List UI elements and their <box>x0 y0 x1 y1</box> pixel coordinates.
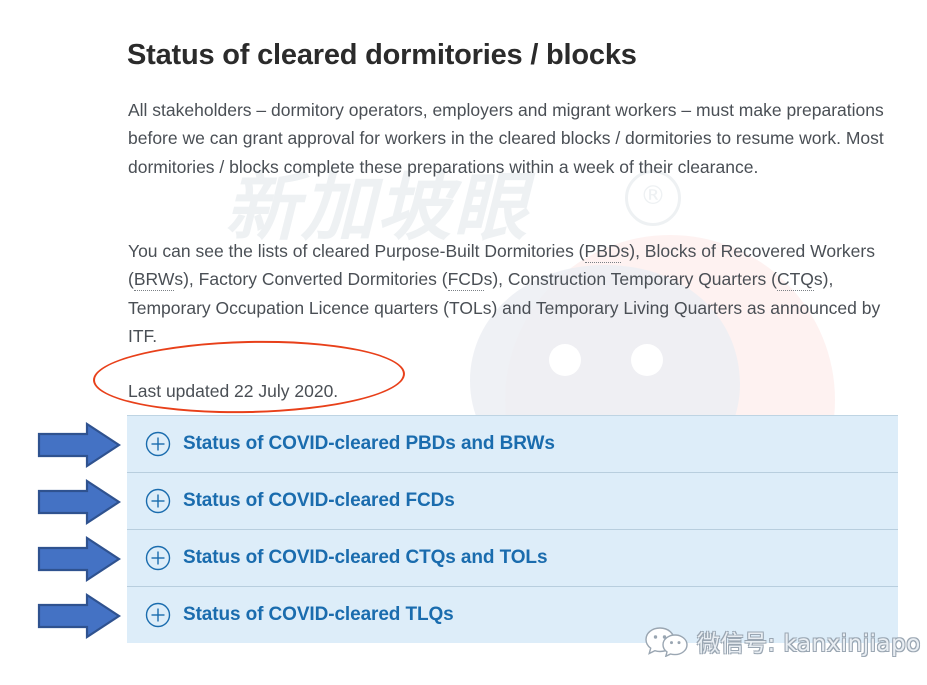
accordion-item-label: Status of COVID-cleared FCDs <box>183 490 455 511</box>
accordion-item-fcds[interactable]: Status of COVID-cleared FCDs <box>127 472 898 529</box>
para2-text-3: s), Factory Converted Dormitories ( <box>174 269 448 289</box>
intro-paragraph: All stakeholders – dormitory operators, … <box>128 99 884 177</box>
accordion-item-label: Status of COVID-cleared CTQs and TOLs <box>183 547 548 568</box>
accordion-item-tlqs[interactable]: Status of COVID-cleared TLQs <box>127 586 898 643</box>
plus-circle-icon[interactable] <box>145 488 171 514</box>
plus-circle-icon[interactable] <box>145 545 171 571</box>
last-updated-text: Last updated 22 July 2020. <box>128 380 339 401</box>
accordion-item-label: Status of COVID-cleared PBDs and BRWs <box>183 433 555 454</box>
blue-arrow-1 <box>37 421 121 469</box>
page-title: Status of cleared dormitories / blocks <box>127 39 637 72</box>
blue-arrow-2 <box>37 478 121 526</box>
accordion-list: Status of COVID-cleared PBDs and BRWs St… <box>127 415 898 643</box>
plus-circle-icon[interactable] <box>145 602 171 628</box>
blue-arrow-4 <box>37 592 121 640</box>
para2-text-1: You can see the lists of cleared Purpose… <box>128 240 585 261</box>
abbr-pbd: PBD <box>584 240 621 263</box>
accordion-item-ctqs-tols[interactable]: Status of COVID-cleared CTQs and TOLs <box>127 529 898 586</box>
para2-text-4: s), Construction Temporary Quarters ( <box>483 269 777 289</box>
abbr-ctq: CTQ <box>776 269 814 291</box>
accordion-item-pbds-brws[interactable]: Status of COVID-cleared PBDs and BRWs <box>127 415 898 472</box>
abbr-fcd: FCD <box>447 269 484 291</box>
accordion-item-label: Status of COVID-cleared TLQs <box>183 603 454 625</box>
blue-arrow-3 <box>37 535 121 583</box>
lists-paragraph: You can see the lists of cleared Purpose… <box>128 237 908 351</box>
plus-circle-icon[interactable] <box>145 431 171 457</box>
abbr-brw: BRW <box>133 269 175 291</box>
page-content: Status of cleared dormitories / blocks A… <box>0 0 927 685</box>
